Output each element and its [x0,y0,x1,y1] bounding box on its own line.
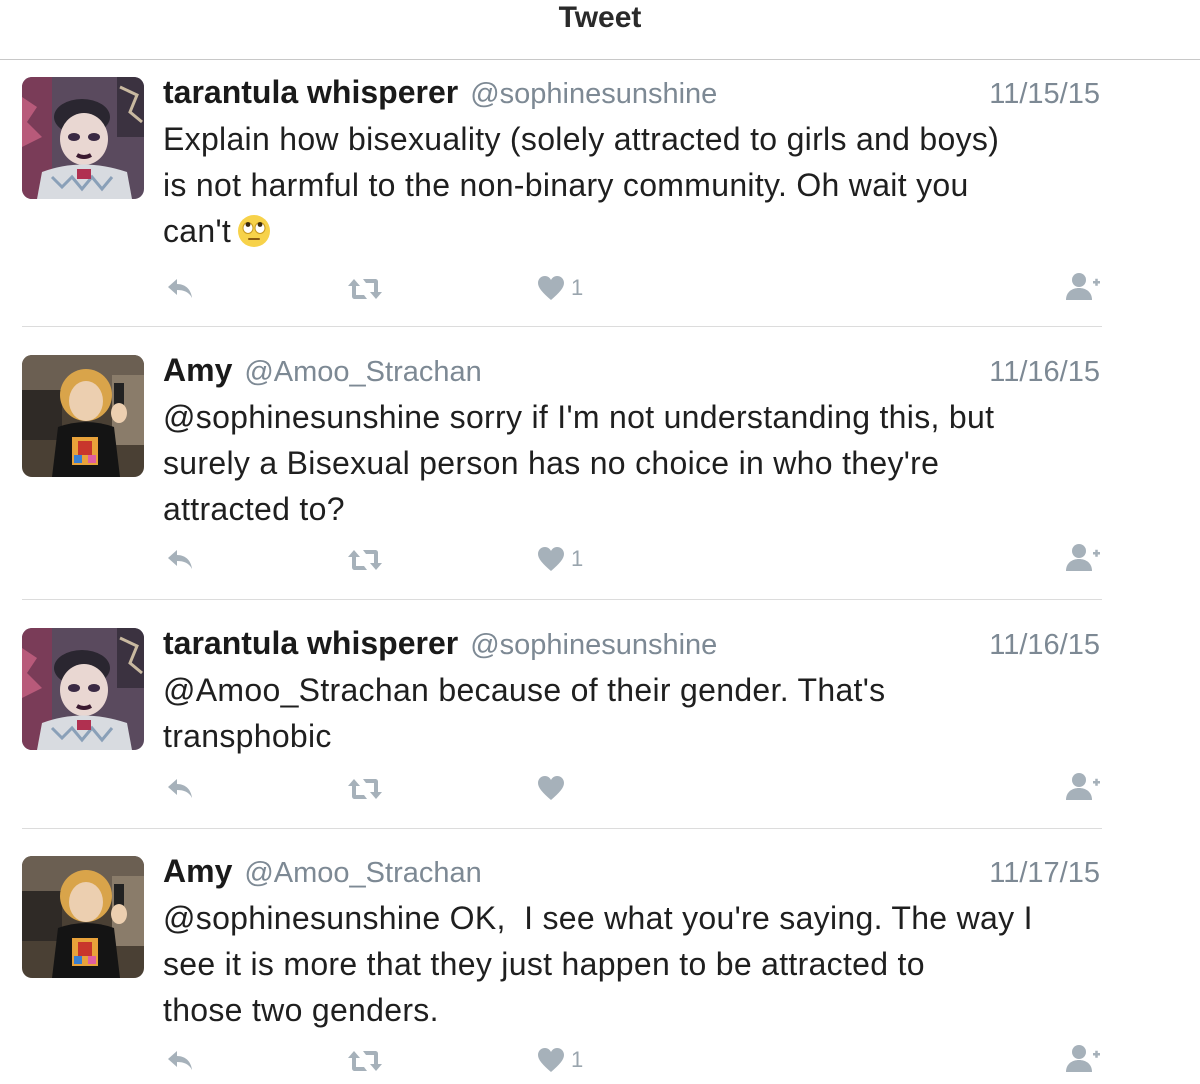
tweet-date: 11/17/15 [989,857,1100,889]
like-button[interactable]: 1 [537,275,583,301]
heart-icon [537,275,565,301]
avatar[interactable] [22,628,144,750]
reply-button[interactable] [165,276,195,300]
user-handle[interactable]: @Amoo_Strachan [244,356,481,389]
retweet-icon [347,1049,383,1073]
display-name[interactable]: Amy [163,352,232,389]
follow-button[interactable] [1065,272,1101,302]
follow-user-icon [1065,772,1101,802]
tweet-text: @Amoo_Strachan because of their gender. … [163,672,886,754]
divider [22,828,1102,829]
reply-button[interactable] [165,1048,195,1072]
reply-icon [165,276,195,300]
heart-icon [537,546,565,572]
like-count: 1 [571,1047,584,1072]
like-button[interactable]: 1 [537,1047,583,1073]
reply-icon [165,776,195,800]
follow-button[interactable] [1065,772,1101,802]
tweet-text: Explain how bisexuality (solely attracte… [163,121,1000,249]
like-count: 1 [571,275,584,300]
display-name[interactable]: tarantula whisperer [163,74,458,111]
display-name[interactable]: tarantula whisperer [163,625,458,662]
heart-icon [537,775,565,801]
face-with-rolling-eyes-emoji [237,214,271,248]
user-handle[interactable]: @Amoo_Strachan [244,857,481,890]
reply-button[interactable] [165,776,195,800]
tweet-date: 11/15/15 [989,78,1100,110]
user-handle[interactable]: @sophinesunshine [470,629,717,662]
tweet-date: 11/16/15 [989,356,1100,388]
retweet-button[interactable] [347,277,383,301]
follow-button[interactable] [1065,543,1101,573]
page-title: Tweet [558,0,642,34]
follow-user-icon [1065,543,1101,573]
avatar[interactable] [22,856,144,978]
retweet-button[interactable] [347,1049,383,1073]
like-button[interactable] [537,775,571,801]
tweet-text: @sophinesunshine OK, I see what you're s… [163,900,1033,1028]
reply-button[interactable] [165,547,195,571]
retweet-icon [347,277,383,301]
tweet-text: @sophinesunshine sorry if I'm not unders… [163,399,995,527]
reply-icon [165,547,195,571]
retweet-button[interactable] [347,777,383,801]
avatar[interactable] [22,355,144,477]
follow-user-icon [1065,1044,1101,1074]
divider [22,599,1102,600]
conversation-thread: tarantula whisperer @sophinesunshine 11/… [0,60,1200,1084]
like-count: 1 [571,546,584,571]
like-button[interactable]: 1 [537,546,583,572]
tweet-text-container: Explain how bisexuality (solely attracte… [163,116,1123,254]
follow-user-icon [1065,272,1101,302]
tweet-date: 11/16/15 [989,629,1100,661]
avatar[interactable] [22,77,144,199]
reply-icon [165,1048,195,1072]
navigation-bar: Tweet [0,0,1200,60]
divider [22,326,1102,327]
retweet-icon [347,548,383,572]
heart-icon [537,1047,565,1073]
follow-button[interactable] [1065,1044,1101,1074]
display-name[interactable]: Amy [163,853,232,890]
retweet-button[interactable] [347,548,383,572]
user-handle[interactable]: @sophinesunshine [470,78,717,111]
retweet-icon [347,777,383,801]
